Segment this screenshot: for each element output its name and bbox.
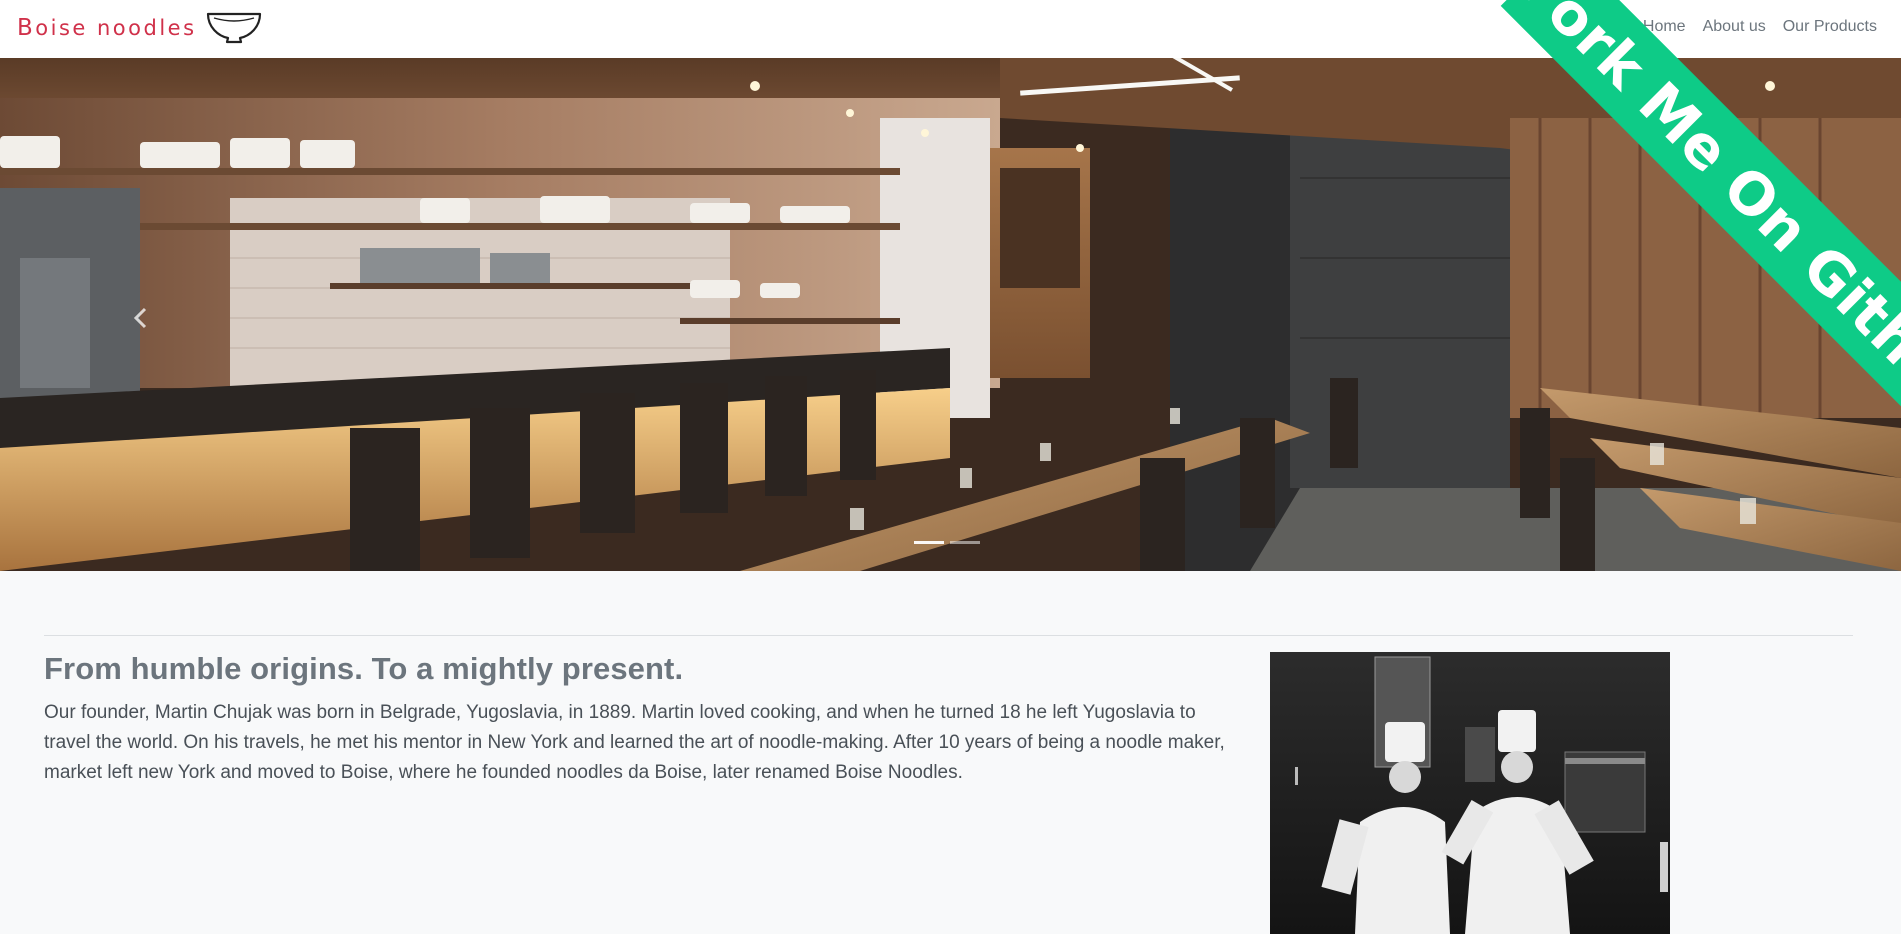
brand-logo-link[interactable]: Boise noodles [17,10,262,46]
section-divider [44,635,1853,636]
about-headline: From humble origins. To a mightly presen… [44,651,684,686]
chevron-left-icon [133,307,147,329]
carousel-indicator-2[interactable] [950,541,980,544]
brand-name: Boise noodles [17,15,197,41]
nav-link-our-products[interactable]: Our Products [1783,18,1877,36]
carousel-indicator-1[interactable] [914,541,944,544]
nav-links: Home About us Our Products [1643,0,1877,54]
hero-carousel [0,58,1901,571]
nav-link-about-us[interactable]: About us [1703,18,1766,36]
about-story-text: Our founder, Martin Chujak was born in B… [44,702,1225,783]
noodle-bowl-icon [206,12,261,44]
carousel-indicators [914,541,980,544]
carousel-prev-button[interactable] [125,298,155,338]
founders-photo [1270,652,1670,934]
restaurant-interior-image [0,58,1901,571]
